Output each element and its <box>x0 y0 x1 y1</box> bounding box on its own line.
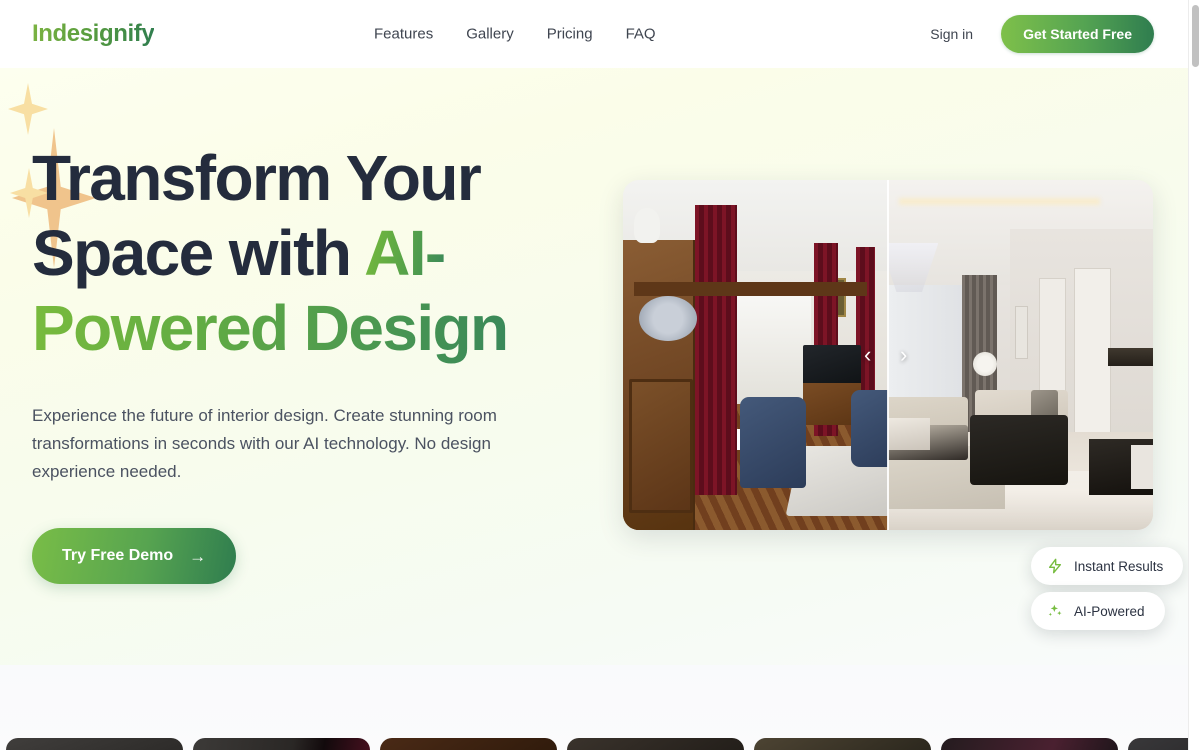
scrollbar-thumb[interactable] <box>1192 5 1199 67</box>
try-free-demo-button[interactable]: Try Free Demo → <box>32 528 237 584</box>
gallery-thumbnail-3[interactable] <box>380 738 557 750</box>
sign-in-link[interactable]: Sign in <box>930 26 973 42</box>
headline-line-2-plain: Space with <box>32 217 365 289</box>
nav-item-pricing[interactable]: Pricing <box>547 26 593 43</box>
hero-subtext: Experience the future of interior design… <box>32 406 497 481</box>
site-header: Indesignify Features Gallery Pricing FAQ… <box>0 0 1188 68</box>
before-after-carousel[interactable]: ‹ › <box>623 180 1153 530</box>
lightning-icon <box>1047 558 1063 574</box>
gallery-thumbnail-1[interactable] <box>6 738 183 750</box>
badge-label-ai-powered: AI-Powered <box>1074 603 1145 619</box>
headline-line-1: Transform Your <box>32 142 482 214</box>
page-title: Transform Your Space with AI- Powered De… <box>32 141 592 366</box>
gallery-thumbnail-2[interactable] <box>193 738 370 750</box>
hero-copy: Transform Your Space with AI- Powered De… <box>32 141 592 584</box>
gallery-strip-section <box>0 665 1200 750</box>
status-badge-ai-powered: AI-Powered <box>1031 592 1165 630</box>
carousel-prev-button[interactable]: ‹ <box>864 344 871 366</box>
gallery-thumbnail-4[interactable] <box>567 738 744 750</box>
main-navigation: Features Gallery Pricing FAQ <box>374 26 656 43</box>
before-room-image <box>623 180 888 530</box>
headline-line-2-accent: AI- <box>364 217 446 289</box>
header-actions: Sign in Get Started Free <box>930 15 1154 53</box>
get-started-free-button[interactable]: Get Started Free <box>1001 15 1154 53</box>
badge-label-instant-results: Instant Results <box>1074 558 1164 574</box>
after-room-image <box>888 180 1153 530</box>
brand-logo[interactable]: Indesignify <box>32 20 155 48</box>
gallery-thumbnail-5[interactable] <box>754 738 931 750</box>
vertical-scrollbar[interactable] <box>1188 0 1200 750</box>
hero-section: Transform Your Space with AI- Powered De… <box>0 68 1188 665</box>
sparkle-icon-small-top <box>8 83 48 135</box>
status-badge-instant-results: Instant Results <box>1031 547 1184 585</box>
comparison-divider <box>887 180 889 530</box>
sparkles-icon <box>1047 603 1063 619</box>
try-free-demo-label: Try Free Demo <box>62 547 174 564</box>
gallery-thumbnail-6[interactable] <box>941 738 1118 750</box>
page-root: Indesignify Features Gallery Pricing FAQ… <box>0 0 1200 750</box>
nav-item-gallery[interactable]: Gallery <box>466 26 514 43</box>
nav-item-features[interactable]: Features <box>374 26 433 43</box>
arrow-right-icon: → <box>189 546 207 566</box>
headline-line-3-accent: Powered Design <box>32 292 509 364</box>
carousel-next-button[interactable]: › <box>900 344 907 366</box>
gallery-thumbnail-row <box>6 738 1200 750</box>
nav-item-faq[interactable]: FAQ <box>626 26 656 43</box>
